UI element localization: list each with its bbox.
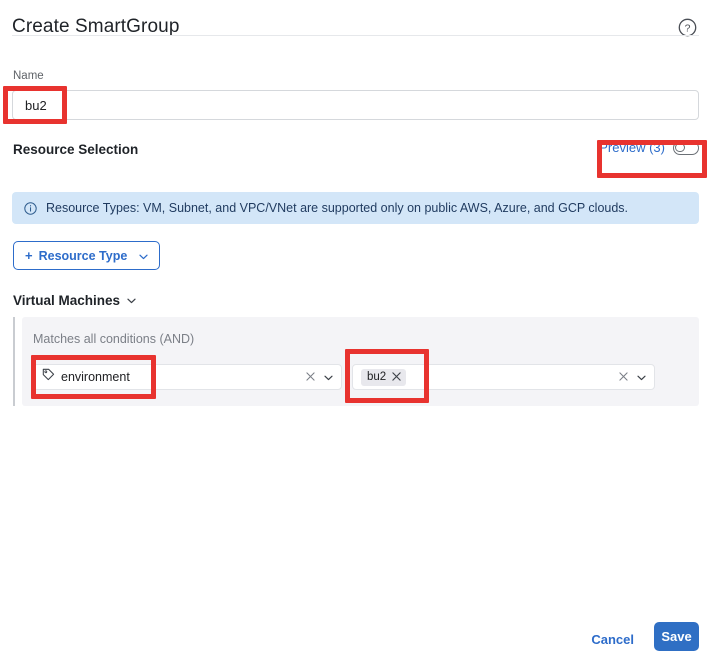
chevron-down-icon[interactable] (127, 291, 136, 309)
condition-value-actions[interactable] (613, 368, 654, 386)
preview-label[interactable]: Preview (3) (599, 140, 665, 155)
preview-toggle-switch[interactable] (673, 140, 699, 155)
condition-value-select[interactable]: bu2 (352, 364, 655, 390)
close-icon[interactable] (619, 368, 628, 386)
save-button[interactable]: Save (654, 622, 699, 651)
close-icon[interactable] (306, 368, 315, 386)
plus-icon: + (25, 248, 33, 263)
value-chip[interactable]: bu2 (361, 368, 407, 386)
conditions-hint: Matches all conditions (AND) (33, 332, 195, 346)
info-banner-text: Resource Types: VM, Subnet, and VPC/VNet… (46, 201, 629, 215)
chevron-down-icon (139, 249, 148, 263)
dialog-header: Create SmartGroup ? (0, 0, 711, 60)
virtual-machines-title: Virtual Machines (13, 292, 121, 308)
conditions-panel (22, 317, 699, 406)
condition-key-select-body[interactable]: environment (34, 368, 300, 386)
condition-key-value: environment (61, 370, 130, 384)
resource-selection-title: Resource Selection (13, 142, 139, 157)
add-resource-type-button[interactable]: + Resource Type (13, 241, 161, 270)
section-divider (12, 35, 699, 36)
info-circle-icon (24, 201, 37, 215)
info-banner: Resource Types: VM, Subnet, and VPC/VNet… (12, 192, 699, 224)
chevron-down-icon[interactable] (637, 368, 646, 386)
resource-selection-header: Resource Selection Preview (3) (0, 140, 711, 176)
dialog-footer: Cancel Save (0, 612, 711, 668)
preview-toggle-group[interactable]: Preview (3) (599, 140, 699, 155)
cancel-button[interactable]: Cancel (589, 628, 636, 651)
resource-type-button-label: Resource Type (38, 248, 128, 263)
name-input[interactable] (12, 90, 699, 120)
chevron-down-icon[interactable] (324, 368, 333, 386)
value-chip-label: bu2 (367, 370, 387, 383)
name-field-label: Name (13, 70, 44, 82)
svg-text:?: ? (685, 22, 691, 34)
condition-key-select[interactable]: environment (33, 364, 342, 390)
condition-value-select-body[interactable]: bu2 (353, 368, 613, 386)
condition-key-actions[interactable] (300, 368, 341, 386)
tag-icon (42, 368, 55, 386)
create-smartgroup-dialog: Create SmartGroup ? Name Resource Select… (0, 0, 711, 668)
conditions-accent-bar (13, 317, 15, 406)
close-icon[interactable] (392, 368, 401, 386)
toggle-knob (675, 142, 685, 152)
virtual-machines-group-header[interactable]: Virtual Machines (13, 291, 136, 309)
